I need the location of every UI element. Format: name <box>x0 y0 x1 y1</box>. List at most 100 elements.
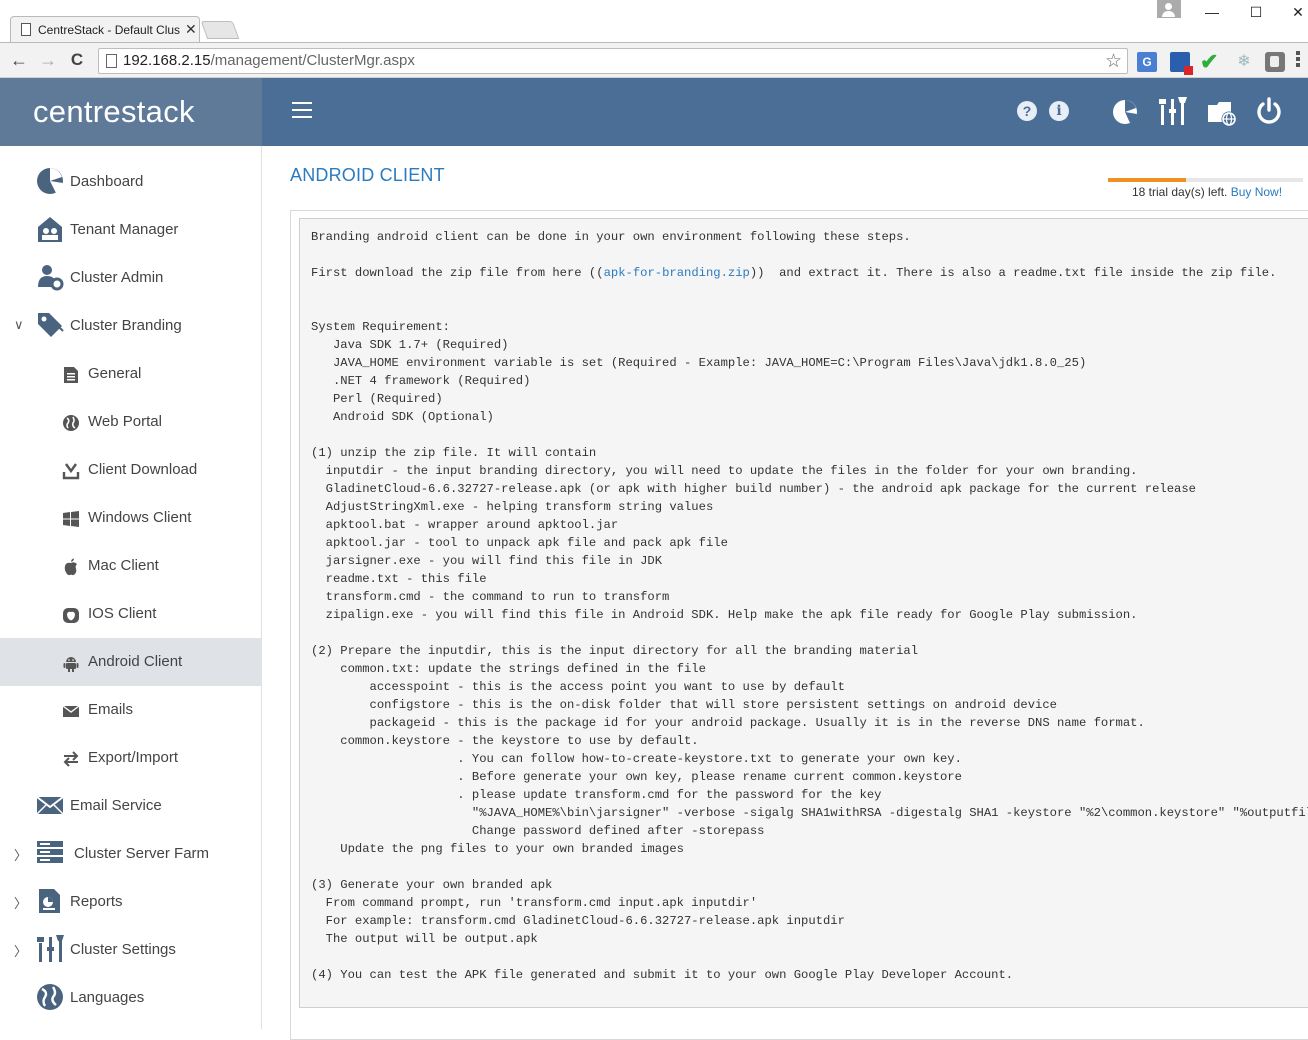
page-icon <box>21 23 31 36</box>
chevron-right-icon[interactable]: 〉 <box>14 893 27 912</box>
trial-status: 18 trial day(s) left. Buy Now! <box>1132 185 1282 199</box>
sidebar-item-cluster-server-farm[interactable]: 〉 Cluster Server Farm <box>0 830 262 878</box>
extension-icon[interactable] <box>1265 52 1285 72</box>
page-title: ANDROID CLIENT <box>290 165 445 185</box>
content-panel: Branding android client can be done in y… <box>290 210 1308 1040</box>
power-icon[interactable] <box>1255 97 1283 125</box>
maximize-button[interactable]: ☐ <box>1236 0 1276 24</box>
sidebar-item-web-portal[interactable]: Web Portal <box>0 398 262 446</box>
download-icon <box>62 463 80 480</box>
globe-icon <box>63 415 79 431</box>
sidebar-item-ios-client[interactable]: IOS Client <box>0 590 262 638</box>
instructions-box: Branding android client can be done in y… <box>299 218 1308 1008</box>
sidebar-item-label: Dashboard <box>70 173 144 190</box>
page-info-icon[interactable] <box>106 54 117 68</box>
download-suffix: )) and extract it. There is also a readm… <box>749 266 1277 280</box>
sidebar-item-label: Android Client <box>88 653 183 670</box>
window-close-button[interactable]: ✕ <box>1278 0 1308 24</box>
sidebar-item-cluster-settings[interactable]: 〉 Cluster Settings <box>0 926 262 974</box>
sidebar-item-client-download[interactable]: Client Download <box>0 446 262 494</box>
sidebar-item-label: Emails <box>88 701 134 718</box>
reload-button[interactable]: C <box>66 49 88 71</box>
tab-title: CentreStack - Default Clus <box>38 23 181 37</box>
branding-tag-icon <box>38 313 64 337</box>
sidebar-item-label: IOS Client <box>88 605 157 622</box>
intro-line: Branding android client can be done in y… <box>311 230 911 244</box>
url-host: 192.168.2.15 <box>123 52 211 69</box>
settings-icon <box>37 935 64 962</box>
snowflake-extension-icon[interactable]: ❄ <box>1234 52 1254 72</box>
menu-toggle-icon[interactable] <box>292 102 312 120</box>
user-profile-icon[interactable] <box>1157 0 1181 18</box>
sidebar-item-cluster-admin[interactable]: Cluster Admin <box>0 254 262 302</box>
download-prefix: First download the zip file from here (( <box>311 266 604 280</box>
sidebar-item-label: General <box>88 365 142 382</box>
sidebar-item-mac-client[interactable]: Mac Client <box>0 542 262 590</box>
tab-strip: CentreStack - Default Clus ✕ — ☐ ✕ <box>0 0 1308 42</box>
main-content: ANDROID CLIENT 18 trial day(s) left. Buy… <box>262 146 1308 1040</box>
help-icon[interactable]: ? <box>1017 101 1037 121</box>
sidebar-item-languages[interactable]: Languages <box>0 974 262 1022</box>
info-icon[interactable]: i <box>1049 101 1069 121</box>
sidebar-item-label: Email Service <box>70 797 162 814</box>
sidebar-item-label: Languages <box>70 989 145 1006</box>
chevron-right-icon[interactable]: 〉 <box>14 941 27 960</box>
sidebar-item-label: Tenant Manager <box>70 221 179 238</box>
sidebar-item-cluster-branding[interactable]: ∨ Cluster Branding <box>0 302 262 350</box>
cast-extension-icon[interactable] <box>1170 52 1193 75</box>
sidebar-item-label: Cluster Branding <box>70 317 182 334</box>
apple-icon <box>64 558 77 576</box>
instructions-text: Branding android client can be done in y… <box>311 228 1308 984</box>
sidebar-item-label: Cluster Admin <box>70 269 164 286</box>
chevron-right-icon[interactable]: 〉 <box>14 845 27 864</box>
back-button[interactable]: ← <box>8 49 30 71</box>
sidebar-item-label: Windows Client <box>88 509 192 526</box>
dashboard-icon <box>37 168 63 194</box>
new-tab-button[interactable] <box>200 21 240 39</box>
server-farm-icon <box>37 841 63 863</box>
dashboard-icon[interactable] <box>1112 99 1138 125</box>
email-service-icon <box>36 796 64 815</box>
translate-extension-icon[interactable]: G <box>1137 52 1157 72</box>
reports-icon <box>39 889 60 913</box>
tenant-icon <box>38 217 62 242</box>
settings-tools-icon[interactable] <box>1158 97 1188 125</box>
browser-menu-icon[interactable] <box>1296 51 1300 69</box>
instructions-body: System Requirement: Java SDK 1.7+ (Requi… <box>311 320 1308 982</box>
brand-area: centrestack <box>0 78 262 146</box>
sidebar-item-windows-client[interactable]: Windows Client <box>0 494 262 542</box>
document-icon <box>64 367 78 383</box>
envelope-icon <box>62 705 80 717</box>
app-header: centrestack ? i <box>0 78 1308 146</box>
chevron-down-icon[interactable]: ∨ <box>14 317 24 333</box>
sidebar-item-label: Mac Client <box>88 557 159 574</box>
sidebar-item-reports[interactable]: 〉 Reports <box>0 878 262 926</box>
tab-close-icon[interactable]: ✕ <box>185 21 197 38</box>
browser-tab[interactable]: CentreStack - Default Clus ✕ <box>10 16 200 42</box>
buy-now-link[interactable]: Buy Now! <box>1231 185 1282 199</box>
address-bar[interactable]: 192.168.2.15/management/ClusterMgr.aspx … <box>98 48 1128 74</box>
ios-icon <box>63 608 79 623</box>
web-portal-icon[interactable] <box>1207 99 1237 127</box>
sidebar-item-email-service[interactable]: Email Service <box>0 782 262 830</box>
sidebar-item-dashboard[interactable]: Dashboard <box>0 158 262 206</box>
sidebar-item-emails[interactable]: Emails <box>0 686 262 734</box>
url-path: /management/ClusterMgr.aspx <box>210 52 415 69</box>
sidebar-item-label: Client Download <box>88 461 198 478</box>
sidebar-item-tenant-manager[interactable]: Tenant Manager <box>0 206 262 254</box>
apk-download-link[interactable]: apk-for-branding.zip <box>604 266 750 280</box>
trial-progress-fill <box>1108 178 1186 182</box>
check-extension-icon[interactable]: ✔ <box>1200 51 1220 73</box>
sidebar-item-label: Cluster Server Farm <box>74 845 210 862</box>
trial-progress-bar <box>1108 178 1303 182</box>
android-icon <box>63 657 79 672</box>
centrestack-logo[interactable]: centrestack <box>33 94 195 130</box>
bookmark-star-icon[interactable]: ☆ <box>1105 50 1122 73</box>
trial-days-text: 18 trial day(s) left. <box>1132 185 1231 199</box>
minimize-button[interactable]: — <box>1192 0 1232 24</box>
forward-button[interactable]: → <box>37 49 59 71</box>
sidebar-item-android-client[interactable]: Android Client <box>0 638 262 686</box>
url-text[interactable]: 192.168.2.15/management/ClusterMgr.aspx <box>123 52 415 69</box>
sidebar-item-export-import[interactable]: Export/Import <box>0 734 262 782</box>
sidebar-item-general[interactable]: General <box>0 350 262 398</box>
